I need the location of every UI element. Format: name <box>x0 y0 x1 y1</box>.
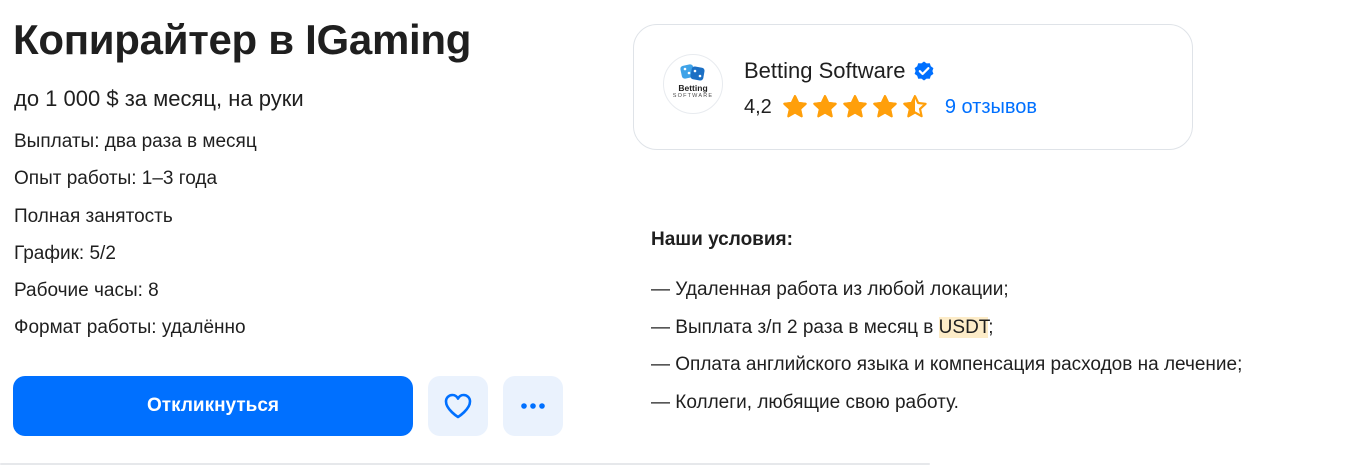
salary: до 1 000 $ за месяц, на руки <box>14 86 304 111</box>
divider <box>0 463 930 465</box>
vacancy-details: Выплаты: два раза в месяц Опыт работы: 1… <box>14 130 257 354</box>
star-icon <box>872 94 898 120</box>
job-title: Копирайтер в IGaming <box>13 16 472 63</box>
heart-icon <box>443 392 473 420</box>
detail-experience: Опыт работы: 1–3 года <box>14 168 218 190</box>
detail-working-hours: Рабочие часы: 8 <box>14 280 159 302</box>
company-logo[interactable]: Betting SOFTWARE <box>663 54 723 114</box>
detail-work-format: Формат работы: удалённо <box>14 317 246 339</box>
list-item: — Выплата з/п 2 раза в месяц в USDT; <box>651 316 994 338</box>
apply-button[interactable]: Откликнуться <box>13 376 413 436</box>
conditions-title: Наши условия: <box>651 229 793 250</box>
detail-schedule: График: 5/2 <box>14 242 116 264</box>
reviews-link[interactable]: 9 отзывов <box>945 94 1037 120</box>
detail-payouts: Выплаты: два раза в месяц <box>14 131 257 152</box>
list-item: — Коллеги, любящие свою работу. <box>651 391 959 413</box>
star-icon <box>812 94 838 120</box>
highlighted-text: USDT <box>938 316 989 338</box>
logo-subtext: SOFTWARE <box>672 93 714 99</box>
conditions-list: — Удаленная работа из любой локации; — В… <box>651 278 1242 428</box>
favorite-button[interactable] <box>428 376 488 436</box>
company-name[interactable]: Betting Software <box>744 57 905 85</box>
rating-stars <box>782 94 932 120</box>
logo-text: Betting <box>678 83 708 93</box>
more-dots-icon <box>520 402 546 410</box>
star-icon <box>782 94 808 120</box>
more-button[interactable] <box>503 376 563 436</box>
detail-employment: Полная занятость <box>14 205 173 227</box>
star-icon <box>902 94 928 120</box>
company-card: Betting SOFTWARE Betting Software 4,2 9 … <box>633 24 1193 150</box>
rating-row: 4,2 9 отзывов <box>744 93 1037 121</box>
star-icon <box>842 94 868 120</box>
rating-value: 4,2 <box>744 96 772 118</box>
list-item: — Оплата английского языка и компенсация… <box>651 354 1243 375</box>
company-name-row: Betting Software <box>744 57 935 85</box>
verified-check-icon <box>913 60 935 82</box>
list-item: — Удаленная работа из любой локации; <box>651 279 1009 300</box>
vacancy-page: Копирайтер в IGaming до 1 000 $ за месяц… <box>0 0 1356 470</box>
